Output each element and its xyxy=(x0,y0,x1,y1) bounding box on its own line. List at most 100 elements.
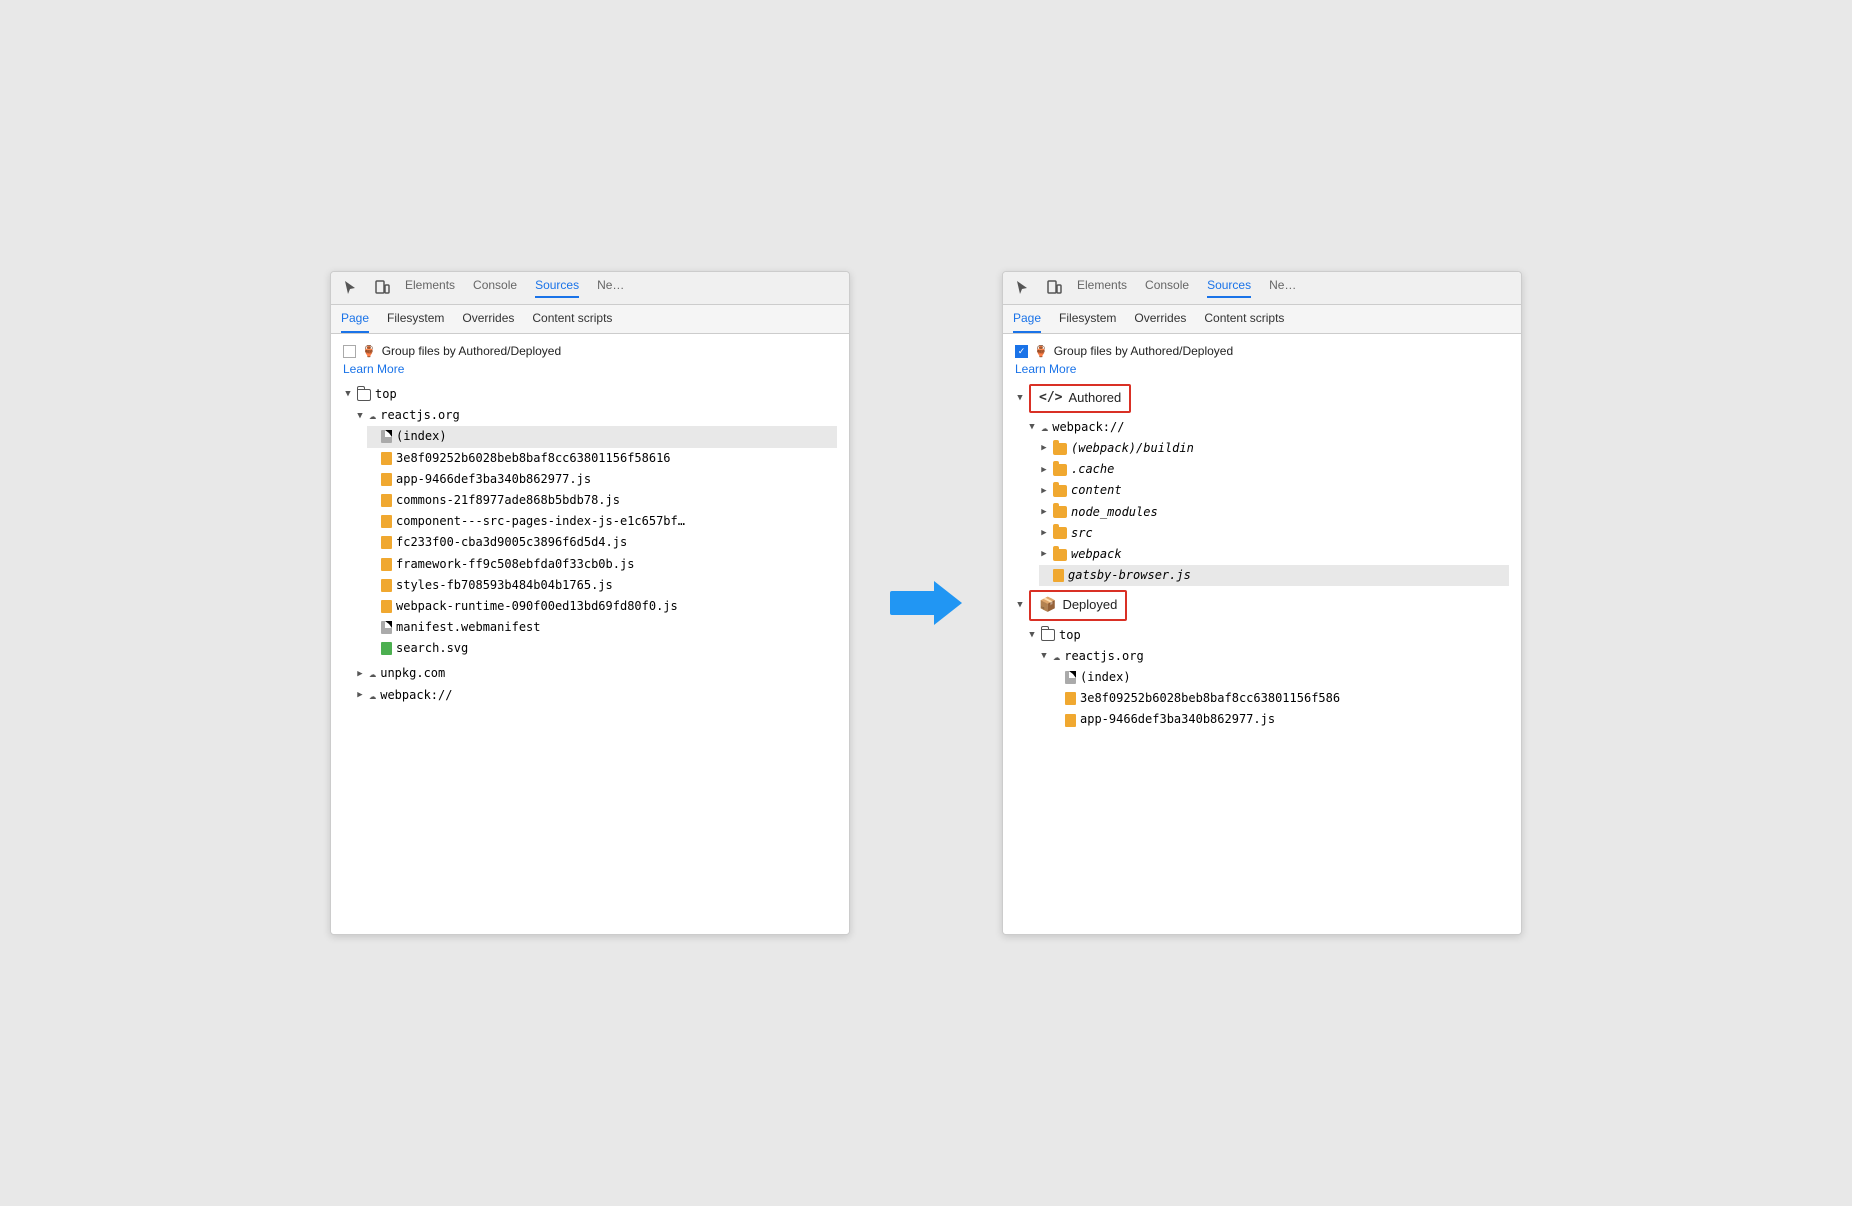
learn-more-right[interactable]: Learn More xyxy=(1015,362,1509,376)
tree-item-fc[interactable]: fc233f00-cba3d9005c3896f6d5d4.js xyxy=(367,532,837,553)
device-icon[interactable] xyxy=(373,279,391,297)
device-icon-right[interactable] xyxy=(1045,279,1063,297)
code-brackets-icon: </> xyxy=(1039,388,1062,409)
right-toolbar: Elements Console Sources Ne… xyxy=(1003,272,1521,305)
left-toolbar-tabs: Elements Console Sources Ne… xyxy=(405,278,624,298)
file-gray-icon-manifest xyxy=(381,621,392,634)
tab-elements[interactable]: Elements xyxy=(405,278,455,298)
tree-item-hash1[interactable]: 3e8f09252b6028beb8baf8cc63801156f58616 xyxy=(367,448,837,469)
tab-sources-right[interactable]: Sources xyxy=(1207,278,1251,298)
tab-sources[interactable]: Sources xyxy=(535,278,579,298)
tree-item-hash1-label: 3e8f09252b6028beb8baf8cc63801156f58616 xyxy=(396,449,671,468)
tree-item-hash-right-label: 3e8f09252b6028beb8baf8cc63801156f586 xyxy=(1080,689,1340,708)
learn-more-left[interactable]: Learn More xyxy=(343,362,837,376)
triangle-reactjs-right xyxy=(1039,649,1049,663)
triangle-webpack-folder xyxy=(1039,547,1049,561)
tab-console[interactable]: Console xyxy=(473,278,517,298)
tree-item-content[interactable]: content xyxy=(1039,480,1509,501)
authored-section-header[interactable]: </> Authored xyxy=(1029,384,1131,413)
tree-item-top-right[interactable]: top xyxy=(1027,625,1509,646)
arrow-container xyxy=(890,581,962,625)
tree-item-webpack-buildin[interactable]: (webpack)/buildin xyxy=(1039,438,1509,459)
tree-item-webpack-runtime-label: webpack-runtime-090f00ed13bd69fd80f0.js xyxy=(396,597,678,616)
subtab-page-left[interactable]: Page xyxy=(341,305,369,333)
left-file-tree: top ☁ reactjs.org (index) 3e8f xyxy=(343,384,837,706)
file-yellow-icon-hash1 xyxy=(381,452,392,465)
funnel-icon-left: 🏺 xyxy=(362,345,376,358)
tree-item-hash-right[interactable]: 3e8f09252b6028beb8baf8cc63801156f586 xyxy=(1051,688,1509,709)
folder-icon-src xyxy=(1053,527,1067,539)
tree-item-node-modules[interactable]: node_modules xyxy=(1039,502,1509,523)
tree-item-framework[interactable]: framework-ff9c508ebfda0f33cb0b.js xyxy=(367,554,837,575)
tree-item-component[interactable]: component---src-pages-index-js-e1c657bf… xyxy=(367,511,837,532)
tree-item-unpkg[interactable]: ☁ unpkg.com xyxy=(355,663,837,684)
tree-item-commons-label: commons-21f8977ade868b5bdb78.js xyxy=(396,491,620,510)
cursor-icon[interactable] xyxy=(341,279,359,297)
tab-elements-right[interactable]: Elements xyxy=(1077,278,1127,298)
triangle-node-modules xyxy=(1039,505,1049,519)
cloud-icon-reactjs-right: ☁ xyxy=(1053,647,1060,666)
triangle-top-right xyxy=(1027,628,1037,642)
tree-item-cache[interactable]: .cache xyxy=(1039,459,1509,480)
cursor-icon-right[interactable] xyxy=(1013,279,1031,297)
tree-item-styles[interactable]: styles-fb708593b484b04b1765.js xyxy=(367,575,837,596)
tree-item-index-right[interactable]: (index) xyxy=(1051,667,1509,688)
tree-item-webpack-left-label: webpack:// xyxy=(380,686,452,705)
left-panel-content: 🏺 Group files by Authored/Deployed Learn… xyxy=(331,334,849,934)
tree-item-node-modules-label: node_modules xyxy=(1071,503,1158,522)
folder-icon-node-modules xyxy=(1053,506,1067,518)
tree-item-top[interactable]: top xyxy=(343,384,837,405)
tab-console-right[interactable]: Console xyxy=(1145,278,1189,298)
tree-item-index[interactable]: (index) xyxy=(367,426,837,447)
screenshot-container: Elements Console Sources Ne… Page Filesy… xyxy=(330,271,1522,935)
triangle-top xyxy=(343,387,353,401)
tree-item-webpack-right[interactable]: ☁ webpack:// xyxy=(1027,417,1509,438)
triangle-content xyxy=(1039,484,1049,498)
tree-item-webpack-left[interactable]: ☁ webpack:// xyxy=(355,685,837,706)
subtab-content-scripts-right[interactable]: Content scripts xyxy=(1204,305,1284,333)
subtab-filesystem-left[interactable]: Filesystem xyxy=(387,305,444,333)
tree-item-content-label: content xyxy=(1071,481,1122,500)
tree-item-commons[interactable]: commons-21f8977ade868b5bdb78.js xyxy=(367,490,837,511)
file-yellow-icon-styles xyxy=(381,579,392,592)
file-yellow-icon-hash-right xyxy=(1065,692,1076,705)
tree-item-search-svg[interactable]: search.svg xyxy=(367,638,837,659)
subtab-overrides-right[interactable]: Overrides xyxy=(1134,305,1186,333)
deployed-label: Deployed xyxy=(1062,595,1117,616)
folder-icon-buildin xyxy=(1053,443,1067,455)
authored-header-row: </> Authored xyxy=(1015,384,1509,413)
tree-item-reactjs-right[interactable]: ☁ reactjs.org xyxy=(1039,646,1509,667)
file-yellow-icon-gatsby xyxy=(1053,569,1064,582)
tree-item-fc-label: fc233f00-cba3d9005c3896f6d5d4.js xyxy=(396,533,627,552)
tree-item-index-label: (index) xyxy=(396,427,447,446)
folder-icon-content xyxy=(1053,485,1067,497)
tree-item-unpkg-label: unpkg.com xyxy=(380,664,445,683)
tree-item-reactjs[interactable]: ☁ reactjs.org xyxy=(355,405,837,426)
right-file-tree: </> Authored ☁ webpack:// (webpack)/buil… xyxy=(1015,384,1509,731)
tree-item-webpack-folder[interactable]: webpack xyxy=(1039,544,1509,565)
tree-item-webpack-right-label: webpack:// xyxy=(1052,418,1124,437)
tree-item-gatsby[interactable]: gatsby-browser.js xyxy=(1039,565,1509,586)
cloud-icon-unpkg: ☁ xyxy=(369,664,376,683)
tree-item-app-label: app-9466def3ba340b862977.js xyxy=(396,470,591,489)
subtab-overrides-left[interactable]: Overrides xyxy=(462,305,514,333)
file-yellow-icon-fc xyxy=(381,536,392,549)
tree-item-src[interactable]: src xyxy=(1039,523,1509,544)
tree-item-webpack-runtime[interactable]: webpack-runtime-090f00ed13bd69fd80f0.js xyxy=(367,596,837,617)
subtab-content-scripts-left[interactable]: Content scripts xyxy=(532,305,612,333)
deployed-section-header[interactable]: 📦 Deployed xyxy=(1029,590,1127,620)
tree-item-manifest[interactable]: manifest.webmanifest xyxy=(367,617,837,638)
group-files-row-right: 🏺 Group files by Authored/Deployed xyxy=(1015,344,1509,358)
tree-item-reactjs-label: reactjs.org xyxy=(380,406,459,425)
tab-network-right[interactable]: Ne… xyxy=(1269,278,1296,298)
tree-item-app[interactable]: app-9466def3ba340b862977.js xyxy=(367,469,837,490)
group-files-checkbox-right[interactable] xyxy=(1015,345,1028,358)
subtab-page-right[interactable]: Page xyxy=(1013,305,1041,333)
file-yellow-icon-commons xyxy=(381,494,392,507)
folder-icon-webpack xyxy=(1053,549,1067,561)
file-yellow-icon-framework xyxy=(381,558,392,571)
tree-item-app-right[interactable]: app-9466def3ba340b862977.js xyxy=(1051,709,1509,730)
subtab-filesystem-right[interactable]: Filesystem xyxy=(1059,305,1116,333)
tab-network[interactable]: Ne… xyxy=(597,278,624,298)
group-files-checkbox-left[interactable] xyxy=(343,345,356,358)
